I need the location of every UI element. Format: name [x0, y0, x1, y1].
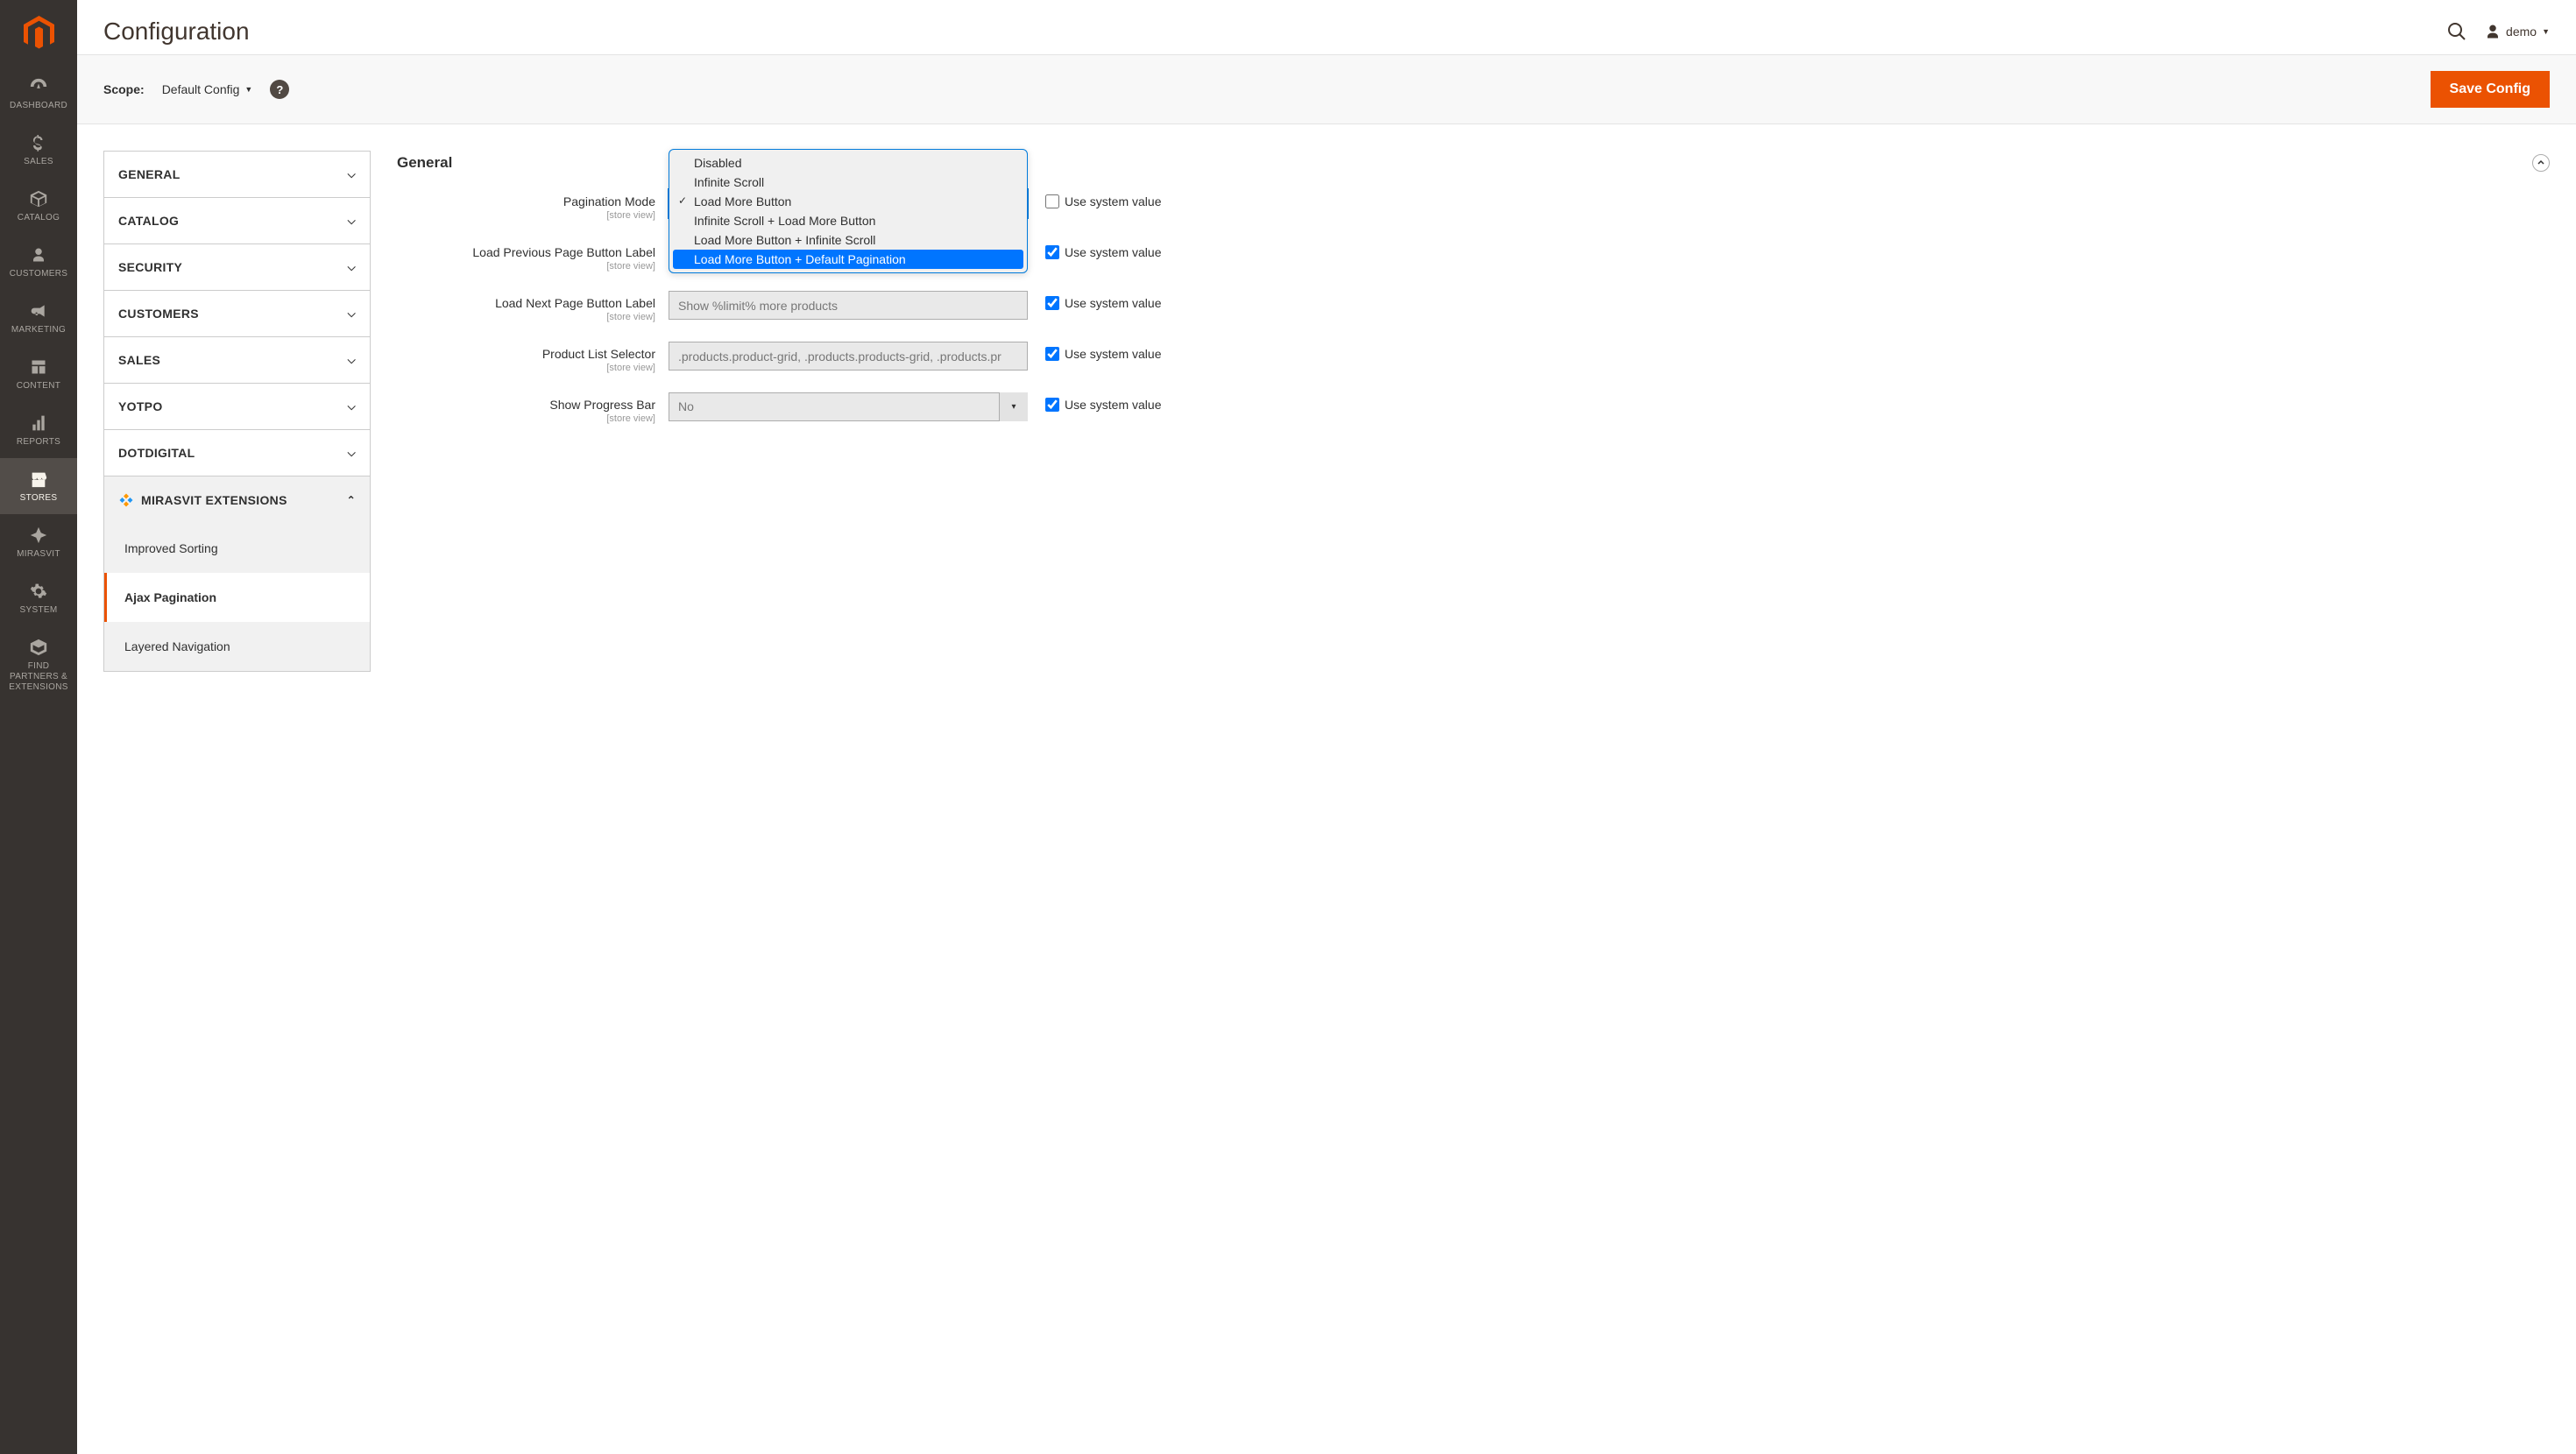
nav-sales[interactable]: SALES: [0, 122, 77, 178]
user-icon: [2485, 24, 2501, 39]
use-system-checkbox[interactable]: [1045, 296, 1059, 310]
catalog-icon: [29, 188, 48, 209]
nav-dashboard[interactable]: DASHBOARD: [0, 66, 77, 122]
config-nav-customers[interactable]: CUSTOMERS⌵: [104, 291, 370, 336]
nav-system[interactable]: SYSTEM: [0, 570, 77, 626]
magento-logo[interactable]: [0, 0, 77, 66]
config-nav-mirasvit-ext[interactable]: MIRASVIT EXTENSIONS ⌃: [104, 476, 370, 524]
field-scope: [store view]: [397, 312, 655, 322]
chevron-down-icon: ⌵: [348, 261, 356, 274]
partners-icon: [29, 637, 48, 658]
config-nav-dotdigital[interactable]: DOTDIGITAL⌵: [104, 430, 370, 476]
use-system-checkbox[interactable]: [1045, 398, 1059, 412]
nav-stores[interactable]: STORES: [0, 458, 77, 514]
next-button-label: Load Next Page Button Label: [495, 296, 655, 310]
config-nav-yotpo[interactable]: YOTPO⌵: [104, 384, 370, 429]
chevron-down-icon: ▼: [244, 85, 252, 94]
next-button-input: [669, 291, 1028, 320]
dropdown-option[interactable]: Infinite Scroll + Load More Button: [673, 211, 1023, 230]
field-scope: [store view]: [397, 261, 655, 272]
dropdown-option[interactable]: Load More Button + Infinite Scroll: [673, 230, 1023, 250]
dropdown-option[interactable]: Disabled: [673, 153, 1023, 173]
nav-customers[interactable]: CUSTOMERS: [0, 234, 77, 290]
mirasvit-diamond-icon: [118, 492, 134, 508]
use-system-checkbox[interactable]: [1045, 245, 1059, 259]
chevron-up-icon: ⌃: [347, 494, 356, 506]
admin-sidebar: DASHBOARD SALES CATALOG CUSTOMERS MARKET…: [0, 0, 77, 1454]
field-scope: [store view]: [397, 363, 655, 373]
subnav-ajax-pagination[interactable]: Ajax Pagination: [104, 573, 370, 622]
scope-label: Scope:: [103, 82, 145, 96]
store-icon: [29, 469, 48, 490]
chevron-down-icon: ⌵: [348, 215, 356, 228]
mirasvit-icon: [29, 525, 48, 546]
nav-content[interactable]: CONTENT: [0, 346, 77, 402]
config-nav-catalog[interactable]: CATALOG⌵: [104, 198, 370, 244]
dropdown-option[interactable]: Infinite Scroll: [673, 173, 1023, 192]
megaphone-icon: [29, 300, 48, 321]
chevron-down-icon: ⌵: [348, 447, 356, 460]
collapse-section-button[interactable]: [2532, 154, 2550, 172]
bars-icon: [30, 413, 47, 434]
prev-button-label: Load Previous Page Button Label: [472, 245, 655, 259]
user-name: demo: [2506, 25, 2537, 39]
search-icon[interactable]: [2446, 21, 2467, 42]
selector-input: [669, 342, 1028, 371]
selector-label: Product List Selector: [542, 347, 655, 361]
progress-select: No: [669, 392, 1028, 421]
chevron-down-icon: ⌵: [348, 354, 356, 367]
nav-catalog[interactable]: CATALOG: [0, 178, 77, 234]
subnav-improved-sorting[interactable]: Improved Sorting: [104, 524, 370, 573]
subnav-layered-navigation[interactable]: Layered Navigation: [104, 622, 370, 671]
chevron-down-icon: ⌵: [348, 307, 356, 321]
help-icon[interactable]: ?: [270, 80, 289, 99]
use-system-label[interactable]: Use system value: [1065, 296, 1161, 310]
config-nav-general[interactable]: GENERAL⌵: [104, 152, 370, 197]
nav-mirasvit[interactable]: MIRASVIT: [0, 514, 77, 570]
dashboard-icon: [29, 76, 48, 97]
use-system-label[interactable]: Use system value: [1065, 347, 1161, 361]
pagination-mode-dropdown: Disabled Infinite Scroll Load More Butto…: [669, 149, 1028, 273]
progress-label: Show Progress Bar: [549, 398, 655, 412]
dropdown-option[interactable]: Load More Button + Default Pagination: [673, 250, 1023, 269]
config-nav: GENERAL⌵ CATALOG⌵ SECURITY⌵ CUSTOMERS⌵ S…: [103, 151, 371, 672]
layout-icon: [30, 356, 47, 378]
dropdown-option[interactable]: Load More Button: [673, 192, 1023, 211]
config-nav-security[interactable]: SECURITY⌵: [104, 244, 370, 290]
use-system-checkbox[interactable]: [1045, 347, 1059, 361]
save-config-button[interactable]: Save Config: [2431, 71, 2550, 108]
use-system-checkbox[interactable]: [1045, 194, 1059, 208]
field-scope: [store view]: [397, 210, 655, 221]
nav-partners[interactable]: FIND PARTNERS & EXTENSIONS: [0, 626, 77, 703]
chevron-down-icon: ⌵: [348, 400, 356, 413]
dollar-icon: [31, 132, 46, 153]
chevron-down-icon: ▼: [2542, 27, 2550, 36]
pagination-mode-label: Pagination Mode: [563, 194, 655, 208]
section-title: General: [397, 154, 452, 172]
use-system-label[interactable]: Use system value: [1065, 194, 1161, 208]
scope-select[interactable]: Default Config ▼: [162, 82, 253, 96]
person-icon: [31, 244, 46, 265]
user-menu[interactable]: demo ▼: [2485, 24, 2550, 39]
chevron-down-icon: ⌵: [348, 168, 356, 181]
use-system-label[interactable]: Use system value: [1065, 245, 1161, 259]
nav-reports[interactable]: REPORTS: [0, 402, 77, 458]
config-nav-sales[interactable]: SALES⌵: [104, 337, 370, 383]
field-scope: [store view]: [397, 413, 655, 424]
nav-marketing[interactable]: MARKETING: [0, 290, 77, 346]
gear-icon: [30, 581, 47, 602]
page-title: Configuration: [103, 18, 250, 46]
use-system-label[interactable]: Use system value: [1065, 398, 1161, 412]
